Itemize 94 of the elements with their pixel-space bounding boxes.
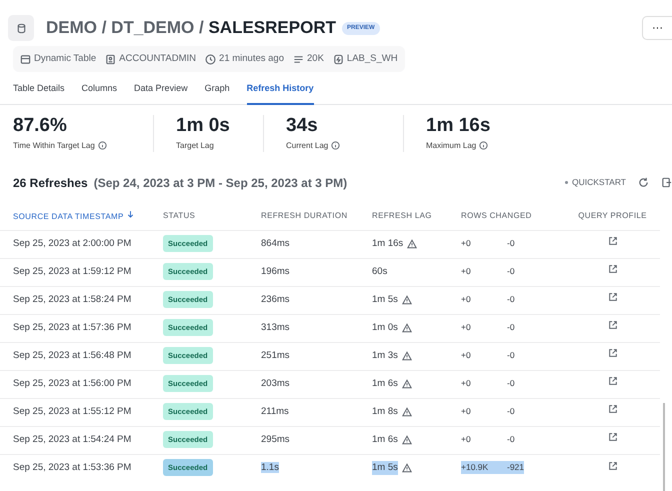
external-link-icon[interactable] [608,348,618,358]
rows-removed: -0 [507,376,515,390]
stat-label: Time Within Target Lag [13,140,95,152]
duration-cell: 196ms [261,266,290,277]
stat-value: 87.6% [13,114,68,138]
external-link-icon[interactable] [608,320,618,330]
lag-cell-text: 1m 6s [372,376,398,391]
quickstart-link[interactable]: QUICKSTART [572,176,626,189]
table-icon [20,54,31,65]
stat-label: Target Lag [176,140,214,152]
lines-icon [293,54,304,65]
external-link-icon[interactable] [608,376,618,386]
refresh-icon[interactable] [638,177,649,188]
lag-cell-text: 1m 5s [372,292,398,307]
timestamp-cell: Sep 25, 2023 at 2:00:00 PM [13,238,132,249]
rows-removed: -0 [507,432,515,446]
timestamp-cell: Sep 25, 2023 at 1:56:00 PM [13,378,132,389]
timestamp-cell: Sep 25, 2023 at 1:58:24 PM [13,294,132,305]
clock-icon [205,54,216,65]
duration-cell: 313ms [261,322,290,333]
column-header: REFRESH LAG [372,211,432,220]
meta-text: 21 minutes ago [219,52,284,66]
rows-added: +10.9K [461,461,507,474]
duration-cell: 203ms [261,378,290,389]
tab[interactable]: Refresh History [246,80,314,105]
rows-removed: -0 [507,236,515,250]
timestamp-cell: Sep 25, 2023 at 1:55:12 PM [13,406,132,417]
rows-removed: -0 [507,404,515,418]
duration-cell: 864ms [261,238,290,249]
scrollbar[interactable] [663,403,665,491]
duration-cell: 211ms [261,406,289,417]
timestamp-cell: Sep 25, 2023 at 1:56:48 PM [13,350,132,361]
timestamp-cell: Sep 25, 2023 at 1:53:36 PM [13,462,132,474]
sort-arrow-icon[interactable] [126,210,135,219]
rows-removed: -0 [507,264,515,278]
column-header: STATUS [163,211,196,220]
meta-text: ACCOUNTADMIN [119,52,196,66]
rows-added: +0 [461,404,472,418]
rows-added: +0 [461,320,472,334]
page-title: DEMO / DT_DEMO / SALESREPORT [46,17,336,40]
duration-cell: 251ms [261,350,290,361]
rows-added: +0 [461,236,472,250]
lag-cell-text: 1m 8s [372,404,398,419]
bolt-icon [332,54,344,65]
dot-icon [565,181,568,184]
duration-cell: 1.1s [261,462,279,474]
lag-cell: 1m 5s [372,461,398,476]
tab[interactable]: Table Details [13,80,65,105]
rows-added: +0 [461,376,472,390]
external-link-icon[interactable] [608,460,618,471]
lag-cell-text: 1m 0s [372,320,398,335]
refresh-count: 26 Refreshes [13,174,88,192]
database-icon [8,15,34,41]
tab[interactable]: Columns [82,80,118,105]
tab[interactable]: Graph [204,80,230,105]
meta-text: Dynamic Table [34,52,96,66]
rows-removed: -0 [507,292,515,306]
stat-value: 1m 0s [176,114,231,138]
timestamp-cell: Sep 25, 2023 at 1:57:36 PM [13,322,132,333]
stat-label: Current Lag [286,140,328,152]
external-link-icon[interactable] [608,404,618,414]
meta-text: LAB_S_WH [346,52,398,66]
rows-added: +0 [461,264,472,278]
lag-cell-text: 1m 16s [372,236,404,251]
external-link-icon[interactable] [608,264,618,274]
duration-cell: 236ms [261,294,290,305]
rows-added: +0 [461,292,472,306]
column-header: REFRESH DURATION [261,211,348,220]
lag-cell-text: 60s [372,264,388,279]
rows-added: +0 [461,348,472,362]
stat-value: 1m 16s [426,114,492,138]
rows-removed: -0 [507,348,515,362]
badge-icon [105,54,116,65]
tab[interactable]: Data Preview [134,80,188,105]
export-icon[interactable] [661,177,672,188]
more-button[interactable]: ··· [642,16,672,40]
rows-removed: -0 [507,320,515,334]
timestamp-cell: Sep 25, 2023 at 1:54:24 PM [13,434,132,445]
lag-cell-text: 1m 3s [372,348,398,363]
external-link-icon[interactable] [608,292,618,302]
stat-value: 34s [286,114,319,138]
rows-removed: -921 [507,461,524,474]
meta-text: 20K [307,52,324,66]
timestamp-cell: Sep 25, 2023 at 1:59:12 PM [13,266,132,277]
column-header: ROWS CHANGED [461,211,532,220]
external-link-icon[interactable] [608,432,618,442]
column-header: QUERY PROFILE [578,211,647,220]
rows-added: +0 [461,432,472,446]
duration-cell: 295ms [261,434,290,445]
date-range: (Sep 24, 2023 at 3 PM - Sep 25, 2023 at 3 PM) [94,174,348,192]
sort-column-header[interactable]: SOURCE DATA TIMESTAMP [13,212,124,221]
stat-label: Maximum Lag [426,140,476,152]
lag-cell-text: 1m 6s [372,432,398,447]
external-link-icon[interactable] [608,236,618,246]
